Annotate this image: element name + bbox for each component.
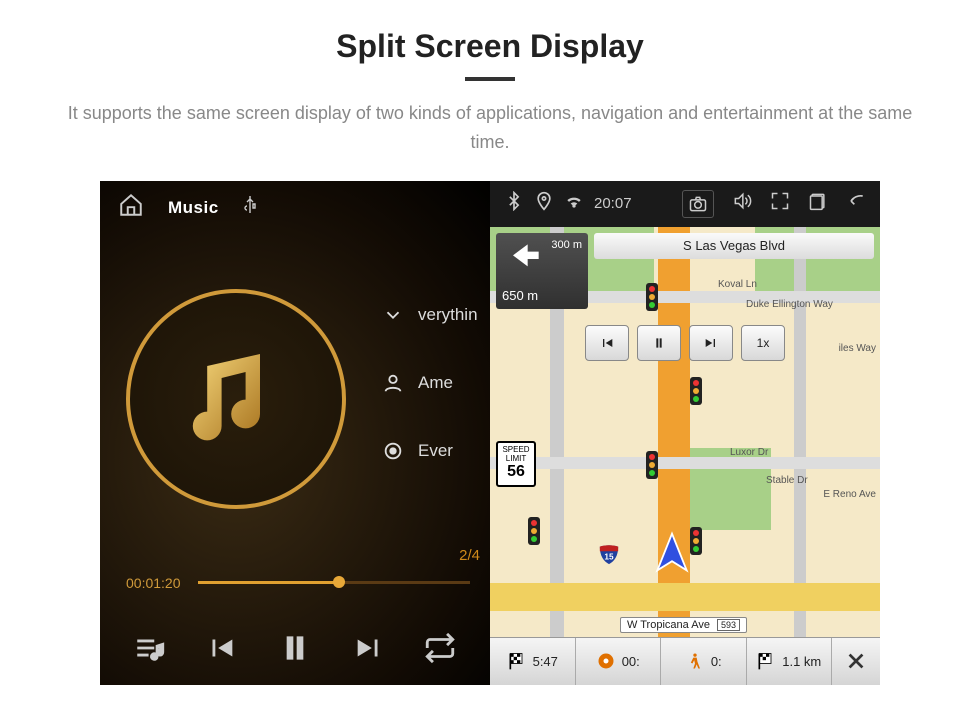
album-art <box>126 289 346 509</box>
bluetooth-icon <box>504 191 524 216</box>
music-app: Music verythin Ame <box>100 181 490 685</box>
next-track-button[interactable] <box>352 631 386 670</box>
speed-limit-sign: SPEED LIMIT 56 <box>496 441 536 487</box>
music-topbar: Music <box>100 181 490 235</box>
road-label: iles Way <box>839 343 876 354</box>
wifi-icon <box>564 191 584 216</box>
volume-button[interactable] <box>732 191 752 216</box>
repeat-button[interactable] <box>423 631 457 670</box>
music-note-icon <box>176 336 296 461</box>
recent-apps-button[interactable] <box>808 191 828 216</box>
map-canvas[interactable]: Koval Ln Duke Ellington Way Luxor Dr Sta… <box>490 227 880 637</box>
navigation-app: 20:07 Koval Ln Duke Ellington Way Luxor … <box>490 181 880 685</box>
road-label: Koval Ln <box>718 279 757 290</box>
speed-value: 56 <box>498 463 534 481</box>
nav-bottom-bar: 5:47 00: 0: 1.1 km <box>490 637 880 685</box>
turn-distance-small: 300 m <box>551 239 582 251</box>
location-icon <box>534 191 554 216</box>
track-row[interactable]: Ever <box>382 417 478 485</box>
interstate-shield-icon: 15 <box>598 543 620 565</box>
track-title: Ame <box>418 373 453 393</box>
road-label: Stable Dr <box>766 475 808 486</box>
nav-eta[interactable]: 5:47 <box>490 638 576 685</box>
turn-indicator: 300 m 650 m <box>496 233 588 309</box>
svg-text:15: 15 <box>604 552 614 561</box>
simulation-controls: 1x <box>585 325 785 361</box>
sim-speed-button[interactable]: 1x <box>741 325 785 361</box>
nav-walk[interactable]: 0: <box>661 638 747 685</box>
sim-pause-button[interactable] <box>637 325 681 361</box>
street-label-tropicana: W Tropicana Ave 593 <box>620 617 747 633</box>
elapsed-time: 00:01:20 <box>126 575 184 591</box>
sim-next-button[interactable] <box>689 325 733 361</box>
prev-track-button[interactable] <box>204 631 238 670</box>
status-time: 20:07 <box>594 195 632 212</box>
checkered-flag-icon <box>756 651 776 671</box>
screenshot-button[interactable] <box>682 190 714 218</box>
fullscreen-button[interactable] <box>770 191 790 216</box>
nav-distance[interactable]: 1.1 km <box>747 638 833 685</box>
pedestrian-icon <box>685 651 705 671</box>
pause-button[interactable] <box>275 628 315 673</box>
device-screen: Music verythin Ame <box>100 181 880 685</box>
nav-close-button[interactable] <box>832 650 880 672</box>
music-controls <box>100 628 490 673</box>
checkered-flag-icon <box>507 651 527 671</box>
turn-left-icon <box>502 237 546 281</box>
disc-icon <box>596 651 616 671</box>
home-icon[interactable] <box>118 192 144 223</box>
track-row[interactable]: Ame <box>382 349 478 417</box>
title-underline <box>465 77 515 81</box>
street-banner: S Las Vegas Blvd <box>594 233 874 259</box>
track-counter: 2/4 <box>459 547 480 564</box>
android-status-bar: 20:07 <box>490 181 880 227</box>
back-button[interactable] <box>846 191 866 216</box>
turn-distance-large: 650 m <box>502 288 538 303</box>
track-list: verythin Ame Ever <box>382 281 478 485</box>
chevron-down-icon <box>382 304 404 326</box>
track-title: verythin <box>418 305 478 325</box>
person-icon <box>382 372 404 394</box>
music-app-label: Music <box>168 198 219 218</box>
speed-label: LIMIT <box>498 454 534 463</box>
speed-label: SPEED <box>498 445 534 454</box>
sim-prev-button[interactable] <box>585 325 629 361</box>
progress-slider[interactable] <box>198 581 470 584</box>
close-icon <box>845 650 867 672</box>
track-row[interactable]: verythin <box>382 281 478 349</box>
road-label: Luxor Dr <box>730 447 768 458</box>
usb-icon[interactable] <box>243 194 257 221</box>
page-title: Split Screen Display <box>0 0 980 65</box>
record-icon <box>382 440 404 462</box>
playlist-button[interactable] <box>133 631 167 670</box>
gps-cursor-icon <box>650 530 694 579</box>
road-label: Duke Ellington Way <box>746 299 833 310</box>
track-title: Ever <box>418 441 453 461</box>
road-label: E Reno Ave <box>823 489 876 500</box>
page-description: It supports the same screen display of t… <box>55 99 925 157</box>
progress-area: 00:01:20 <box>126 575 470 591</box>
nav-disc[interactable]: 00: <box>576 638 662 685</box>
